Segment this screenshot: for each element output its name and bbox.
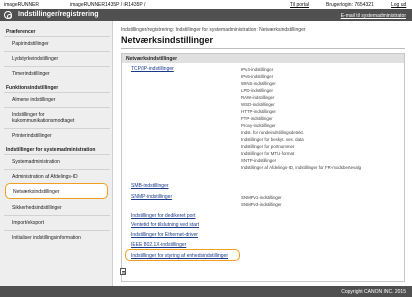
top-bar: imageRUNNER imageRUNNER1435P / iR1435P /… <box>0 0 412 9</box>
tcpip-sub-item: HTTP-indstillinger <box>241 109 276 114</box>
sidebar-item-timer[interactable]: Timerindstillinger <box>12 71 50 77</box>
divider <box>4 36 110 37</box>
snmp-sub-item: SNMPv3-indstillinger <box>241 202 282 207</box>
home-icon[interactable] <box>4 11 12 19</box>
tcpip-sub-item: WSD-indstillinger <box>241 102 275 107</box>
divider <box>4 215 110 216</box>
dedicated-port-link[interactable]: Indstillinger for dedikeret port <box>131 213 195 219</box>
ethernet-driver-link[interactable]: Indstillinger for Ethernet-driver <box>131 232 198 238</box>
divider <box>4 92 110 93</box>
snmp-settings-link[interactable]: SNMP-indstillinger <box>131 194 172 200</box>
device-settings-management-link[interactable]: Indstillinger for styring af enhedsindst… <box>131 253 228 259</box>
sidebar-heading-preferences: Præferencer <box>6 29 36 35</box>
sidebar-item-paper[interactable]: Papirindstillinger <box>12 41 49 47</box>
divider <box>4 230 110 231</box>
tcpip-sub-item: Indstillinger for MTU-format <box>241 151 295 156</box>
sidebar-item-import-export[interactable]: Import/eksport <box>12 220 44 226</box>
sidebar-item-printer[interactable]: Printerindstillinger <box>12 133 52 139</box>
divider <box>4 154 110 155</box>
model-name: imageRUNNER1435P / iR1435P / <box>70 2 146 8</box>
tcpip-sub-item: IPv6-indstillinger <box>241 74 274 79</box>
tcpip-settings-link[interactable]: TCP/IP-indstillinger <box>131 66 174 72</box>
smb-settings-link[interactable]: SMB-indstillinger <box>131 183 169 189</box>
user-login-text: Brugerlogin: 7654321 <box>326 2 374 8</box>
sidebar-item-label: Netværksindstillinger <box>13 189 60 195</box>
tcpip-sub-item: Indst. for rundeindstillingsdetekt. <box>241 130 304 135</box>
panel-header: Netværksindstillinger <box>122 54 404 63</box>
sidebar-heading-system-management: Indstillinger for systemadministration <box>6 147 96 153</box>
email-admin-link[interactable]: E-mail til systemadministrator <box>341 13 406 19</box>
sidebar-heading-functions: Funktionsindstillinger <box>6 85 59 91</box>
breadcrumb: Indstillinger/registrering: Indstillinge… <box>121 27 306 33</box>
sidebar-item-department-id[interactable]: Administration af Afdelings-ID <box>12 174 78 180</box>
sidebar-item-security[interactable]: Sikkerhedsindstillinger <box>12 205 62 211</box>
tcpip-sub-item: Indstillinger for beskyt. ses. data <box>241 137 304 142</box>
logout-link[interactable]: Log ud <box>391 2 406 8</box>
tcpip-sub-item: WINS-indstillinger <box>241 81 276 86</box>
divider <box>4 66 110 67</box>
footer: Copyright CANON INC. 2015 <box>0 286 412 297</box>
divider <box>4 51 110 52</box>
divider <box>121 48 405 49</box>
sidebar: Præferencer Papirindstillinger Lydstyrke… <box>0 21 113 286</box>
tcpip-sub-item: IPv4-indstillinger <box>241 67 274 72</box>
startup-wait-time-link[interactable]: Ventetid for tilslutning ved start <box>131 222 199 228</box>
snmp-sub-item: SNMPv1-indstillinger <box>241 195 282 200</box>
divider <box>4 107 110 108</box>
tcpip-sub-item: RAW-indstillinger <box>241 95 275 100</box>
tcpip-sub-item: FTP-indstillinger <box>241 116 273 121</box>
divider <box>4 128 110 129</box>
to-portal-link[interactable]: Til portal <box>290 2 309 8</box>
tcpip-sub-item: LPD-indstillinger <box>241 88 273 93</box>
app-title: Indstillinger/registrering <box>18 11 99 18</box>
tcpip-sub-item: Indstillinger for portnummer <box>241 144 295 149</box>
page-title: Netværksindstillinger <box>121 35 214 45</box>
ieee8021x-link[interactable]: IEEE 802.1X-indstillinger <box>131 242 186 248</box>
copyright: Copyright CANON INC. 2015 <box>341 289 406 295</box>
sidebar-item-network[interactable]: Netværksindstillinger <box>5 183 108 199</box>
title-bar: Indstillinger/registrering E-mail til sy… <box>0 9 412 21</box>
document-icon[interactable] <box>120 268 126 275</box>
sidebar-item-receive-forward-line2[interactable]: kukommunikationsmodtaget <box>12 118 74 124</box>
panel-heading: Netværksindstillinger <box>126 56 178 62</box>
product-name: imageRUNNER <box>4 2 40 8</box>
tcpip-sub-item: Indstillinger af Afdelings-ID, indstilli… <box>241 165 362 170</box>
sidebar-item-system-management[interactable]: Systemadministration <box>12 159 60 165</box>
sidebar-item-initialize[interactable]: Initialiser indstillingsinformation <box>12 235 81 241</box>
sidebar-item-volume[interactable]: Lydstyrkeindstillinger <box>12 56 58 62</box>
sidebar-item-common[interactable]: Almene indstillinger <box>12 97 55 103</box>
tcpip-sub-item: Proxy-indstillinger <box>241 123 276 128</box>
tcpip-sub-item: SNTP-indstillinger <box>241 158 277 163</box>
divider <box>4 169 110 170</box>
